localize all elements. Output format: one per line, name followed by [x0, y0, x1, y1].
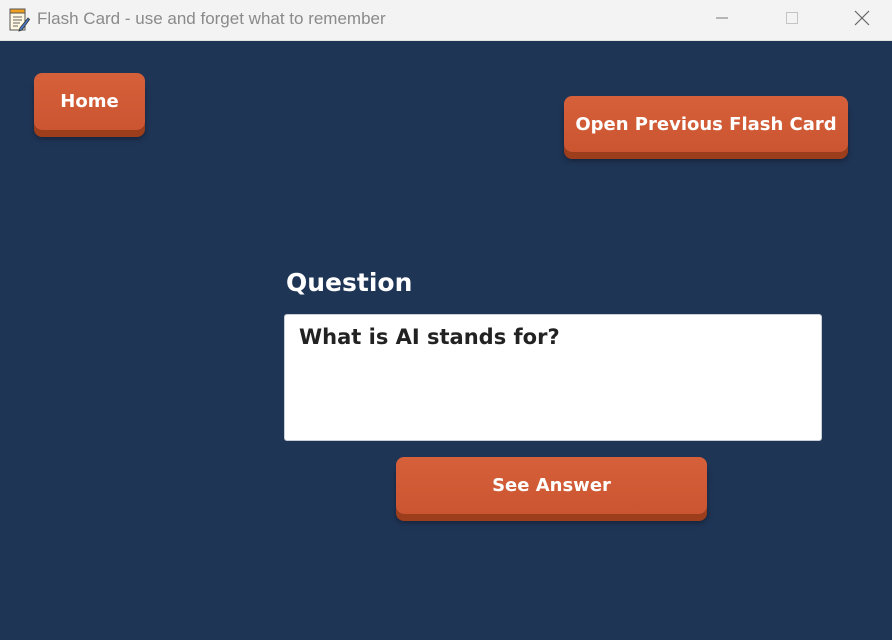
open-previous-flash-card-button[interactable]: Open Previous Flash Card — [564, 96, 848, 152]
close-icon — [854, 10, 870, 31]
home-button[interactable]: Home — [34, 73, 145, 130]
close-button[interactable] — [839, 0, 885, 40]
window-title: Flash Card - use and forget what to reme… — [37, 9, 386, 28]
maximize-button[interactable] — [769, 0, 815, 40]
see-answer-button[interactable]: See Answer — [396, 457, 707, 514]
notepad-icon — [8, 8, 31, 32]
title-bar[interactable]: Flash Card - use and forget what to reme… — [0, 0, 892, 41]
question-text-box[interactable]: What is AI stands for? — [284, 314, 822, 441]
question-heading: Question — [286, 268, 413, 297]
app-window: Flash Card - use and forget what to reme… — [0, 0, 892, 640]
minimize-button[interactable] — [699, 0, 745, 40]
minimize-icon — [715, 11, 729, 30]
maximize-icon — [785, 11, 799, 30]
